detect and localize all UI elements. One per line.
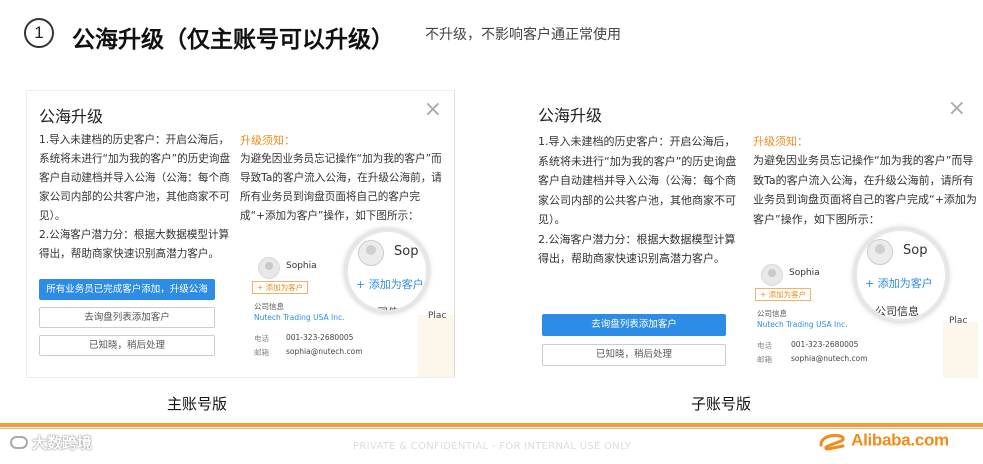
- confidential-notice: PRIVATE & CONFIDENTIAL - FOR INTERNAL US…: [353, 441, 632, 452]
- notice-title: 升级须知：: [240, 134, 295, 147]
- email-label: 邮箱: [757, 355, 772, 364]
- go-to-inquiry-list-button[interactable]: 去询盘列表添加客户: [542, 314, 726, 336]
- watermark-icon: [10, 436, 28, 449]
- phone-label: 电话: [757, 341, 772, 350]
- description-point-2: 2.公海客户潜力分：根据大数据模型计算得出，帮助商家快速识别高潜力客户。: [538, 232, 736, 266]
- company-info-label: 公司信息: [757, 309, 787, 318]
- magnified-name: Sop: [394, 244, 419, 259]
- magnifier-callout: Sop + 添加为客户 公司信息: [345, 229, 429, 313]
- side-label: Plac: [949, 316, 968, 326]
- magnifier-callout: Sop + 添加为客户 公司信息: [854, 228, 948, 322]
- description-point-1: 1.导入未建档的历史客户：开启公海后，系统将未进行“加为我的客户”的历史询盘客户…: [39, 134, 231, 222]
- close-icon[interactable]: ×: [948, 98, 966, 120]
- watermark-text: 大数跨境: [32, 434, 93, 452]
- confirm-upgrade-button[interactable]: 所有业务员已完成客户添加，升级公海: [39, 279, 215, 300]
- email-value: sophia@nutech.com: [791, 354, 868, 363]
- side-strip: [418, 315, 454, 377]
- avatar: [761, 264, 783, 286]
- avatar: [867, 239, 893, 265]
- dialog-title: 公海升级: [538, 106, 603, 125]
- logo-text: Alibaba.com: [851, 430, 949, 450]
- step-number-badge: 1: [24, 18, 54, 48]
- add-as-customer-button[interactable]: + 添加为客户: [755, 288, 812, 301]
- go-to-inquiry-list-button[interactable]: 去询盘列表添加客户: [39, 307, 215, 328]
- notice-title: 升级须知：: [753, 135, 808, 148]
- email-value: sophia@nutech.com: [286, 347, 363, 356]
- company-name: Nutech Trading USA Inc.: [757, 320, 848, 329]
- close-icon[interactable]: ×: [424, 99, 442, 121]
- main-account-label: 主账号版: [167, 395, 228, 413]
- dialog-description: 1.导入未建档的历史客户：开启公海后，系统将未进行“加为我的客户”的历史询盘客户…: [538, 132, 744, 269]
- contact-name: Sophia: [286, 261, 317, 271]
- main-account-dialog: 公海升级 × 1.导入未建档的历史客户：开启公海后，系统将未进行“加为我的客户”…: [26, 90, 455, 378]
- magnified-add-as-customer: + 添加为客户: [865, 277, 933, 290]
- phone-label: 电话: [254, 334, 269, 343]
- avatar: [358, 240, 384, 266]
- notice-text: 为避免因业务员忘记操作“加为我的客户”而导致Ta的客户流入公海，在升级公海前，请…: [240, 153, 442, 222]
- magnified-add-as-customer: + 添加为客户: [356, 278, 424, 291]
- dialog-description: 1.导入未建档的历史客户：开启公海后，系统将未进行“加为我的客户”的历史询盘客户…: [39, 131, 234, 264]
- slide-title: 公海升级（仅主账号可以升级）: [72, 27, 394, 53]
- contact-name: Sophia: [789, 268, 820, 278]
- magnified-name: Sop: [903, 243, 928, 258]
- upgrade-notice: 升级须知： 为避免因业务员忘记操作“加为我的客户”而导致Ta的客户流入公海，在升…: [240, 131, 450, 226]
- slide-subtitle: 不升级，不影响客户通正常使用: [425, 27, 621, 43]
- phone-value: 001-323-2680005: [791, 340, 859, 349]
- email-label: 邮箱: [254, 348, 269, 357]
- company-info-label: 公司信息: [254, 302, 284, 311]
- alibaba-mark-icon: [819, 433, 845, 451]
- watermark: 大数跨境: [10, 432, 92, 453]
- footer-divider-thin: [0, 428, 983, 429]
- description-point-1: 1.导入未建档的历史客户：开启公海后，系统将未进行“加为我的客户”的历史询盘客户…: [538, 135, 737, 226]
- alibaba-logo: Alibaba.com: [818, 430, 949, 451]
- notice-text: 为避免因业务员忘记操作“加为我的客户”而导致Ta的客户流入公海，在升级公海前，请…: [753, 154, 977, 226]
- add-as-customer-button[interactable]: + 添加为客户: [252, 281, 309, 294]
- company-name: Nutech Trading USA Inc.: [254, 313, 345, 322]
- sub-account-dialog: 公海升级 × 1.导入未建档的历史客户：开启公海后，系统将未进行“加为我的客户”…: [526, 90, 978, 378]
- later-button[interactable]: 已知晓，稍后处理: [39, 335, 215, 356]
- upgrade-notice: 升级须知： 为避免因业务员忘记操作“加为我的客户”而导致Ta的客户流入公海，在升…: [753, 132, 978, 229]
- footer-divider: [0, 423, 983, 427]
- magnified-company-label: 公司信息: [875, 305, 919, 318]
- side-strip: [943, 322, 978, 378]
- dialog-title: 公海升级: [39, 107, 104, 126]
- phone-value: 001-323-2680005: [286, 333, 354, 342]
- description-point-2: 2.公海客户潜力分：根据大数据模型计算得出，帮助商家快速识别高潜力客户。: [39, 229, 230, 260]
- avatar: [258, 257, 280, 279]
- sub-account-label: 子账号版: [691, 395, 752, 413]
- later-button[interactable]: 已知晓，稍后处理: [542, 344, 726, 366]
- side-label: Plac: [428, 311, 447, 321]
